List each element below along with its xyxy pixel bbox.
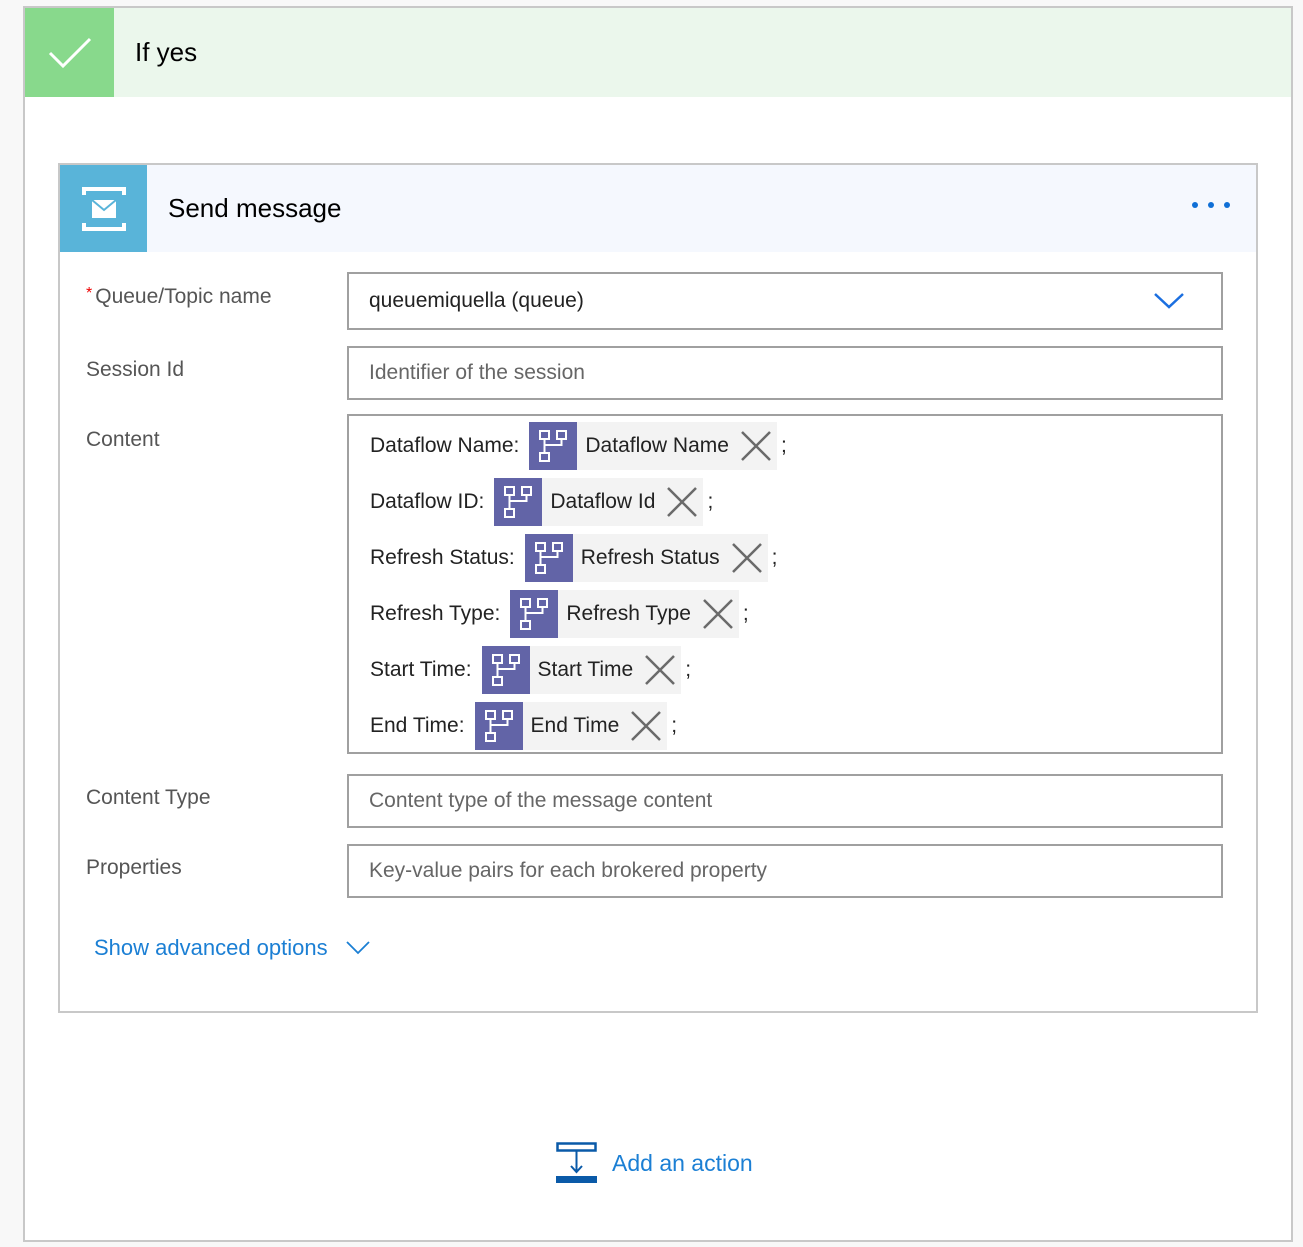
dataflow-tree-icon xyxy=(481,646,530,694)
ellipsis-icon[interactable] xyxy=(1192,202,1230,208)
properties-input[interactable]: Key-value pairs for each brokered proper… xyxy=(347,844,1223,898)
add-action-icon xyxy=(556,1142,597,1183)
content-type-placeholder: Content type of the message content xyxy=(369,789,713,812)
dataflow-tree-icon xyxy=(510,590,559,638)
token-label: Dataflow Name xyxy=(585,434,729,457)
dynamic-content-token[interactable]: End Time xyxy=(474,702,668,750)
session-id-label: Session Id xyxy=(86,358,185,381)
session-id-placeholder: Identifier of the session xyxy=(369,361,585,384)
card-header[interactable]: Send message xyxy=(60,165,1256,252)
content-line: End Time: End Time; xyxy=(370,702,677,750)
dynamic-content-token[interactable]: Refresh Type xyxy=(510,590,739,638)
separator: ; xyxy=(780,434,787,457)
send-message-card: Send message * Queue/Topic name queuemiqu… xyxy=(58,163,1258,1013)
token-label: Refresh Type xyxy=(566,602,691,625)
separator: ; xyxy=(742,602,749,625)
chevron-down-icon[interactable] xyxy=(1153,291,1185,317)
card-title: Send message xyxy=(168,193,342,223)
dynamic-content-token[interactable]: Dataflow Name xyxy=(529,422,777,470)
session-id-input[interactable]: Identifier of the session xyxy=(347,346,1223,400)
close-icon[interactable] xyxy=(739,429,773,463)
content-line-label: Start Time: xyxy=(370,658,472,681)
content-line-label: Dataflow Name: xyxy=(370,434,520,457)
chevron-down-icon xyxy=(345,941,370,955)
content-line: Refresh Status: Refresh Status; xyxy=(370,534,777,582)
separator: ; xyxy=(671,714,678,737)
queue-topic-label-text: Queue/Topic name xyxy=(95,285,272,308)
service-bus-envelope-icon xyxy=(60,165,147,252)
token-label: Refresh Status xyxy=(580,546,720,569)
content-type-input[interactable]: Content type of the message content xyxy=(347,774,1223,828)
content-line: Refresh Type: Refresh Type; xyxy=(370,590,749,638)
content-line-label: Refresh Status: xyxy=(370,546,515,569)
branch-header[interactable]: If yes xyxy=(25,8,1291,97)
checkmark-icon xyxy=(25,8,114,97)
close-icon[interactable] xyxy=(665,485,699,519)
properties-label: Properties xyxy=(86,856,182,879)
token-label: End Time xyxy=(530,714,620,737)
branch-title: If yes xyxy=(135,37,198,67)
token-label: Dataflow Id xyxy=(550,490,656,513)
content-line: Dataflow ID: Dataflow Id; xyxy=(370,478,713,526)
content-line: Start Time: Start Time; xyxy=(370,646,691,694)
properties-placeholder: Key-value pairs for each brokered proper… xyxy=(369,859,768,882)
close-icon[interactable] xyxy=(730,541,764,575)
token-label: Start Time xyxy=(537,658,634,681)
dynamic-content-token[interactable]: Refresh Status xyxy=(524,534,768,582)
dynamic-content-token[interactable]: Start Time xyxy=(481,646,682,694)
content-line: Dataflow Name: Dataflow Name; xyxy=(370,422,787,470)
add-action-label: Add an action xyxy=(612,1149,753,1176)
separator: ; xyxy=(771,546,778,569)
required-marker: * xyxy=(86,285,93,302)
dynamic-content-token[interactable]: Dataflow Id xyxy=(494,478,704,526)
content-line-label: Refresh Type: xyxy=(370,602,501,625)
close-icon[interactable] xyxy=(643,653,677,687)
content-line-label: End Time: xyxy=(370,714,465,737)
add-action-button[interactable]: Add an action xyxy=(556,1142,753,1184)
separator: ; xyxy=(707,490,714,513)
content-input[interactable]: Dataflow Name: Dataflow Name; Dataflow ID:… xyxy=(347,414,1223,754)
queue-topic-value: queuemiquella (queue) xyxy=(369,289,584,312)
close-icon[interactable] xyxy=(701,597,735,631)
separator: ; xyxy=(685,658,692,681)
queue-topic-label: * Queue/Topic name xyxy=(86,285,272,309)
queue-topic-dropdown[interactable]: queuemiquella (queue) xyxy=(347,272,1223,330)
show-advanced-options-label: Show advanced options xyxy=(94,935,328,960)
dataflow-tree-icon xyxy=(524,534,573,582)
content-line-label: Dataflow ID: xyxy=(370,490,485,513)
if-yes-branch-container: If yes Send message * Queue/Topic name qu… xyxy=(23,6,1293,1242)
close-icon[interactable] xyxy=(629,709,663,743)
show-advanced-options-link[interactable]: Show advanced options xyxy=(94,935,370,961)
dataflow-tree-icon xyxy=(474,702,523,750)
dataflow-tree-icon xyxy=(529,422,578,470)
content-label: Content xyxy=(86,428,160,451)
content-type-label: Content Type xyxy=(86,786,211,809)
dataflow-tree-icon xyxy=(494,478,543,526)
